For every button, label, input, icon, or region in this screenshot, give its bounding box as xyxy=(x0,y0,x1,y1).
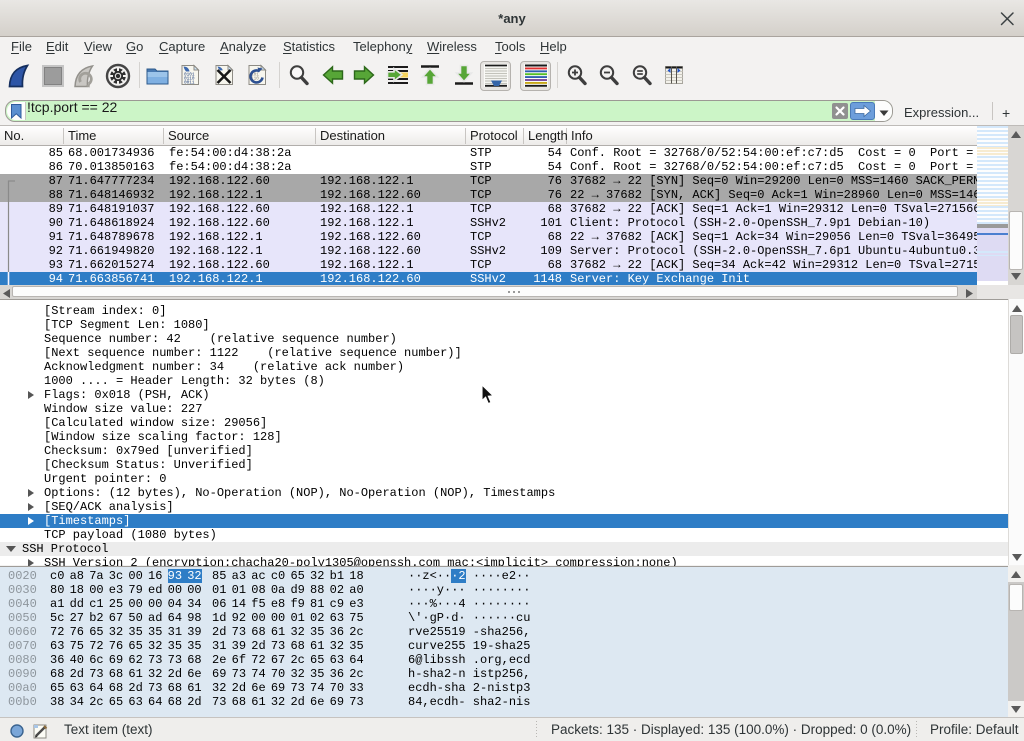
svg-text:0011: 0011 xyxy=(184,81,195,86)
